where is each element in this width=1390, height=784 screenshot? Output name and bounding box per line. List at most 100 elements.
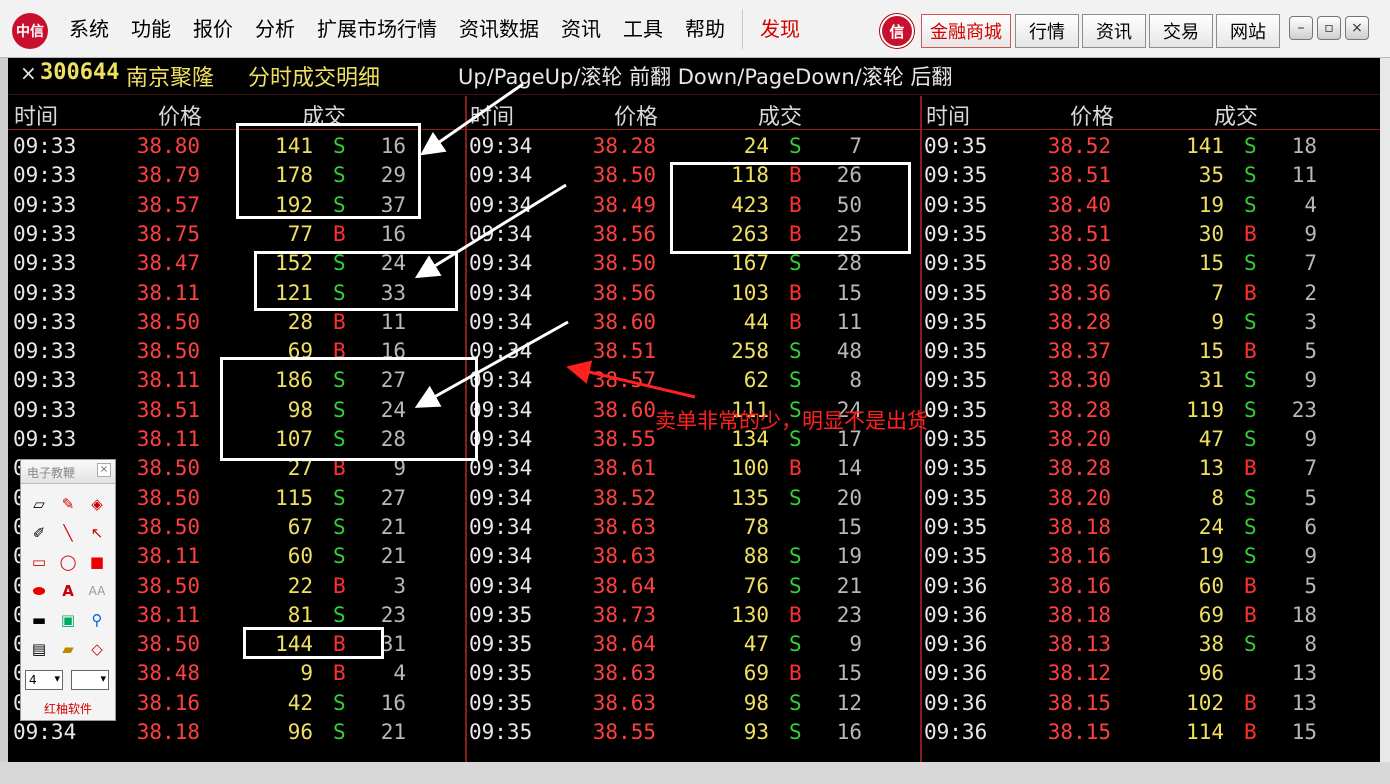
menu-function[interactable]: 功能 — [120, 0, 182, 58]
tick-volume: 7 — [1211, 280, 1224, 305]
tick-count: 11 — [1291, 163, 1317, 188]
market-button[interactable]: 行情 — [1015, 14, 1079, 48]
menu-info[interactable]: 资讯 — [550, 0, 612, 58]
tick-time: 09:36 — [924, 720, 988, 744]
tick-volume: 24 — [743, 134, 769, 158]
tick-side: S — [1244, 427, 1257, 451]
tick-time: 09:35 — [924, 309, 988, 334]
tick-time: 09:35 — [924, 163, 988, 188]
menu-system[interactable]: 系统 — [58, 0, 120, 58]
tick-time: 09:35 — [469, 632, 533, 657]
menu-discover[interactable]: 发现 — [749, 0, 811, 58]
tick-volume: 102 — [1186, 690, 1224, 715]
tick-count: 23 — [380, 602, 406, 627]
tick-count: 8 — [1304, 632, 1317, 657]
header-price: 价格 — [1070, 105, 1115, 130]
tick-price: 38.50 — [592, 251, 656, 276]
tick-row: 09:34 38.56 103 B 15 — [464, 279, 914, 308]
trade-button[interactable]: 交易 — [1149, 14, 1213, 48]
tick-time: 09:35 — [924, 134, 988, 158]
open-icon[interactable]: ▰ — [54, 635, 82, 663]
line-icon[interactable]: ╲ — [54, 519, 82, 547]
tick-count: 2 — [1304, 280, 1317, 305]
tick-count: 7 — [1304, 251, 1317, 276]
tick-row: 09:34 38.18 96 S 21 — [8, 718, 458, 747]
zoom-icon[interactable]: ⚲ — [83, 606, 111, 634]
website-button[interactable]: 网站 — [1216, 14, 1280, 48]
tick-side: S — [1244, 485, 1257, 510]
tick-volume: 19 — [1198, 192, 1224, 217]
close-icon[interactable]: × — [1345, 16, 1369, 40]
tick-time: 09:33 — [13, 163, 77, 188]
filled-ellipse-icon[interactable]: ⬬ — [25, 577, 53, 605]
tick-volume: 67 — [287, 514, 313, 539]
tick-price: 38.51 — [136, 397, 200, 422]
diamond-icon[interactable]: ◇ — [83, 635, 111, 663]
tick-side: S — [789, 251, 802, 276]
tick-time: 09:35 — [924, 544, 988, 569]
tick-time: 09:33 — [13, 309, 77, 334]
tick-side: S — [333, 720, 346, 744]
menu-tools[interactable]: 工具 — [612, 0, 674, 58]
tick-time: 09:35 — [469, 690, 533, 715]
arrow-icon[interactable]: ↖ — [83, 519, 111, 547]
tick-count: 21 — [380, 544, 406, 569]
tick-row: 09:33 38.50 28 B 11 — [8, 308, 458, 337]
menu-help[interactable]: 帮助 — [674, 0, 736, 58]
tick-time: 09:36 — [924, 573, 988, 598]
header-volume: 成交 — [758, 105, 803, 130]
screen-icon[interactable]: ▣ — [54, 606, 82, 634]
maximize-icon[interactable]: ▫ — [1317, 16, 1341, 40]
tick-row: 09:35 38.30 15 S 7 — [919, 249, 1369, 278]
tick-row: 09:35 38.52 141 S 18 — [919, 132, 1369, 161]
tick-volume: 9 — [300, 661, 313, 686]
tick-price: 38.49 — [592, 192, 656, 217]
tick-side: S — [1244, 309, 1257, 334]
menu-info-data[interactable]: 资讯数据 — [448, 0, 550, 58]
line-width-select[interactable]: 4 — [25, 670, 63, 690]
tick-time: 09:35 — [924, 339, 988, 364]
tick-volume: 31 — [1198, 368, 1224, 393]
color-select[interactable] — [71, 670, 109, 690]
tick-price: 38.60 — [592, 397, 656, 422]
panel-close-icon[interactable]: × — [20, 61, 37, 85]
tick-side: S — [1244, 632, 1257, 657]
highlight-box — [254, 251, 458, 311]
column-header-row: 时间 价格 成交 时间 价格 成交 时间 价格 成交 — [8, 94, 1380, 130]
ellipse-icon[interactable]: ◯ — [54, 548, 82, 576]
news-button[interactable]: 资讯 — [1082, 14, 1146, 48]
menu-quote[interactable]: 报价 — [182, 0, 244, 58]
tick-count: 20 — [836, 485, 862, 510]
tick-count: 15 — [836, 514, 862, 539]
filled-rect-icon[interactable]: ■ — [83, 548, 111, 576]
minimize-icon[interactable]: – — [1289, 16, 1313, 40]
fill-icon[interactable]: ◈ — [83, 490, 111, 518]
tick-row: 09:35 38.28 119 S 23 — [919, 396, 1369, 425]
tick-row: 09:34 38.63 78 15 — [464, 513, 914, 542]
tick-price: 38.61 — [592, 456, 656, 481]
menu-extended-market[interactable]: 扩展市场行情 — [306, 0, 448, 58]
font-size-icon[interactable]: AA — [83, 577, 111, 605]
pen-icon[interactable]: ✎ — [54, 490, 82, 518]
tick-row: 09:36 38.18 69 B 18 — [919, 601, 1369, 630]
eraser-icon[interactable]: ▱ — [25, 490, 53, 518]
tick-time: 09:33 — [13, 368, 77, 393]
rect-icon[interactable]: ▭ — [25, 548, 53, 576]
stock-name: 南京聚隆 — [126, 66, 215, 91]
tick-side: S — [1244, 163, 1257, 188]
tick-count: 21 — [380, 514, 406, 539]
color-icon[interactable]: ▬ — [25, 606, 53, 634]
tick-count: 16 — [836, 720, 862, 744]
tick-price: 38.56 — [592, 221, 656, 246]
save-icon[interactable]: ▤ — [25, 635, 53, 663]
tick-volume: 60 — [287, 544, 313, 569]
tick-volume: 44 — [743, 309, 769, 334]
marker-icon[interactable]: ✐ — [25, 519, 53, 547]
mall-button[interactable]: 金融商城 — [921, 14, 1011, 48]
tick-price: 38.13 — [1047, 632, 1111, 657]
tick-row: 09:34 38.60 44 B 11 — [464, 308, 914, 337]
menu-analysis[interactable]: 分析 — [244, 0, 306, 58]
toolbox-close-icon[interactable]: × — [97, 463, 111, 477]
text-icon[interactable]: A — [54, 577, 82, 605]
broker-logo-icon[interactable]: 信 — [880, 14, 914, 48]
